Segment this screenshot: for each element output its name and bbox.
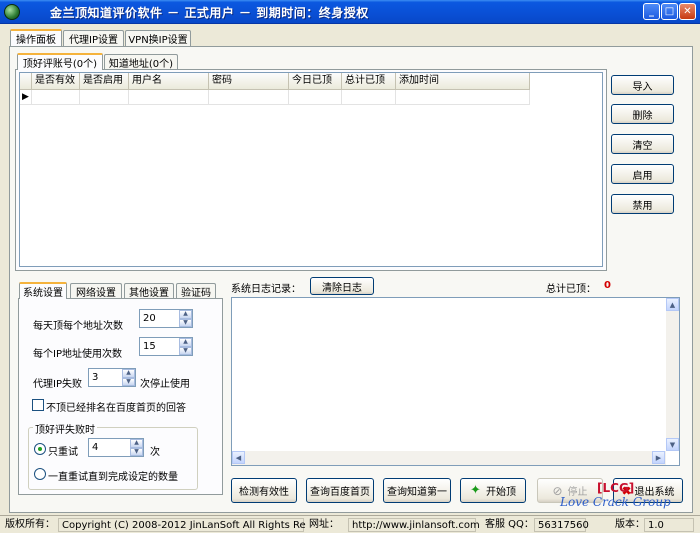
per-ip-value[interactable]: 15 bbox=[140, 338, 179, 355]
table-cell[interactable] bbox=[32, 90, 80, 105]
spin-down-icon[interactable]: ▼ bbox=[130, 447, 143, 456]
spin-down-icon[interactable]: ▼ bbox=[179, 318, 192, 327]
column-enabled[interactable]: 是否启用 bbox=[80, 73, 129, 90]
grid-header: 是否有效 是否启用 用户名 密码 今日已顶 总计已顶 添加时间 bbox=[20, 73, 530, 90]
retry-count-stepper[interactable]: 4 ▲ ▼ bbox=[88, 438, 144, 457]
retry-group-label: 顶好评失败时 bbox=[33, 421, 97, 436]
table-cell[interactable] bbox=[129, 90, 209, 105]
close-button[interactable]: ✕ bbox=[679, 3, 696, 20]
watermark-group: Love Crack Group bbox=[560, 495, 671, 509]
tab-proxy-settings[interactable]: 代理IP设置 bbox=[63, 30, 124, 46]
retry-only-suffix: 次 bbox=[150, 447, 160, 458]
row-pointer-icon: ▶ bbox=[20, 90, 32, 105]
title-bar[interactable]: 金兰顶知道评价软件 － 正式用户 － 到期时间：终身授权 _ □ ✕ bbox=[0, 0, 700, 24]
retry-count-value[interactable]: 4 bbox=[89, 439, 130, 456]
column-password[interactable]: 密码 bbox=[209, 73, 289, 90]
retry-only-label: 只重试 bbox=[48, 447, 78, 458]
per-day-label: 每天顶每个地址次数 bbox=[33, 321, 123, 332]
table-cell[interactable] bbox=[289, 90, 342, 105]
table-cell[interactable] bbox=[80, 90, 129, 105]
tab-accounts[interactable]: 顶好评账号(0个) bbox=[17, 53, 103, 70]
spin-up-icon[interactable]: ▲ bbox=[179, 338, 192, 347]
check-validity-button[interactable]: 检测有效性 bbox=[231, 478, 297, 503]
spin-up-icon[interactable]: ▲ bbox=[130, 439, 143, 448]
disable-button[interactable]: 禁用 bbox=[611, 194, 674, 214]
maximize-icon: □ bbox=[664, 5, 675, 17]
table-cell[interactable] bbox=[396, 90, 530, 105]
query-baidu-button[interactable]: 查询百度首页 bbox=[306, 478, 374, 503]
grid-header-indicator bbox=[20, 73, 32, 90]
retry-until-radio[interactable] bbox=[34, 468, 46, 480]
column-added-time[interactable]: 添加时间 bbox=[396, 73, 530, 90]
copyright-text: Copyright (C) 2008-2012 JinLanSoft All R… bbox=[58, 518, 343, 532]
tab-addresses[interactable]: 知道地址(0个) bbox=[104, 54, 178, 70]
skip-ranked-checkbox[interactable] bbox=[32, 399, 44, 411]
skip-ranked-label: 不顶已经排名在百度首页的回答 bbox=[46, 403, 186, 414]
minimize-icon: _ bbox=[649, 5, 654, 17]
version-label: 版本： bbox=[612, 518, 645, 532]
tab-captcha[interactable]: 验证码 bbox=[176, 283, 216, 299]
spin-up-icon[interactable]: ▲ bbox=[179, 310, 192, 319]
table-row[interactable]: ▶ bbox=[20, 90, 530, 105]
proxy-fail-value[interactable]: 3 bbox=[89, 369, 122, 386]
table-cell[interactable] bbox=[209, 90, 289, 105]
close-icon: ✕ bbox=[683, 5, 692, 17]
minimize-button[interactable]: _ bbox=[643, 3, 660, 20]
app-globe-icon bbox=[4, 4, 20, 20]
scroll-up-icon[interactable]: ▲ bbox=[666, 298, 679, 311]
log-horizontal-scrollbar[interactable]: ◀ ▶ bbox=[232, 451, 666, 465]
column-username[interactable]: 用户名 bbox=[129, 73, 209, 90]
window-title: 金兰顶知道评价软件 － 正式用户 － 到期时间：终身授权 bbox=[50, 6, 369, 20]
spin-up-icon[interactable]: ▲ bbox=[122, 369, 135, 378]
column-valid[interactable]: 是否有效 bbox=[32, 73, 80, 90]
status-bar: 版权所有： Copyright (C) 2008-2012 JinLanSoft… bbox=[0, 515, 700, 533]
tab-system-settings[interactable]: 系统设置 bbox=[19, 282, 67, 299]
column-total[interactable]: 总计已顶 bbox=[342, 73, 396, 90]
import-button[interactable]: 导入 bbox=[611, 75, 674, 95]
per-day-stepper[interactable]: 20 ▲ ▼ bbox=[139, 309, 193, 328]
version-text: 1.0 bbox=[644, 518, 694, 532]
tab-vpn-settings[interactable]: VPN换IP设置 bbox=[125, 30, 191, 46]
copyright-label: 版权所有： bbox=[2, 518, 58, 532]
tab-control-panel[interactable]: 操作面板 bbox=[10, 29, 62, 46]
spin-down-icon[interactable]: ▼ bbox=[122, 377, 135, 386]
url-label: 网址： bbox=[306, 518, 348, 532]
url-text[interactable]: http://www.jinlansoft.com bbox=[348, 518, 480, 532]
log-textarea[interactable]: ▲ ▼ ◀ ▶ bbox=[231, 297, 680, 466]
log-vertical-scrollbar[interactable]: ▲ ▼ bbox=[666, 298, 679, 451]
start-button[interactable]: ✦ 开始顶 bbox=[460, 478, 526, 503]
qq-label: 客服 QQ： bbox=[482, 518, 534, 532]
scroll-down-icon[interactable]: ▼ bbox=[666, 438, 679, 451]
maximize-button[interactable]: □ bbox=[661, 3, 678, 20]
accounts-grid[interactable]: 是否有效 是否启用 用户名 密码 今日已顶 总计已顶 添加时间 ▶ bbox=[19, 72, 603, 267]
per-ip-stepper[interactable]: 15 ▲ ▼ bbox=[139, 337, 193, 356]
column-today[interactable]: 今日已顶 bbox=[289, 73, 342, 90]
proxy-fail-suffix: 次停止使用 bbox=[140, 379, 190, 390]
per-day-value[interactable]: 20 bbox=[140, 310, 179, 327]
query-first-button[interactable]: 查询知道第一 bbox=[383, 478, 451, 503]
total-topped-label: 总计已顶： bbox=[546, 284, 596, 295]
proxy-fail-stepper[interactable]: 3 ▲ ▼ bbox=[88, 368, 136, 387]
tab-other-settings[interactable]: 其他设置 bbox=[124, 283, 174, 299]
clear-log-button[interactable]: 清除日志 bbox=[310, 277, 374, 295]
retry-until-label: 一直重试直到完成设定的数量 bbox=[48, 472, 178, 483]
log-label: 系统日志记录： bbox=[231, 284, 301, 295]
scroll-left-icon[interactable]: ◀ bbox=[232, 451, 245, 464]
scroll-right-icon[interactable]: ▶ bbox=[652, 451, 665, 464]
enable-button[interactable]: 启用 bbox=[611, 164, 674, 184]
clear-button[interactable]: 清空 bbox=[611, 134, 674, 154]
running-man-icon: ✦ bbox=[470, 483, 481, 498]
table-cell[interactable] bbox=[342, 90, 396, 105]
delete-button[interactable]: 删除 bbox=[611, 104, 674, 124]
watermark-lcg: [LCG] bbox=[597, 481, 635, 495]
proxy-fail-label: 代理IP失败 bbox=[33, 379, 82, 390]
per-ip-label: 每个IP地址使用次数 bbox=[33, 349, 122, 360]
spin-down-icon[interactable]: ▼ bbox=[179, 346, 192, 355]
qq-text: 56317560 bbox=[534, 518, 589, 532]
retry-only-radio[interactable] bbox=[34, 443, 46, 455]
total-topped-value: 0 bbox=[604, 280, 611, 291]
tab-network-settings[interactable]: 网络设置 bbox=[70, 283, 122, 299]
